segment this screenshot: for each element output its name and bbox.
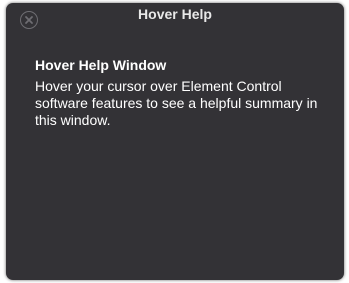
help-body-text: Hover your cursor over Element Control s…	[35, 78, 318, 128]
window-title: Hover Help	[138, 6, 212, 22]
hover-help-window: Hover Help Hover Help Window Hover your …	[6, 3, 344, 280]
help-heading: Hover Help Window	[35, 57, 167, 73]
